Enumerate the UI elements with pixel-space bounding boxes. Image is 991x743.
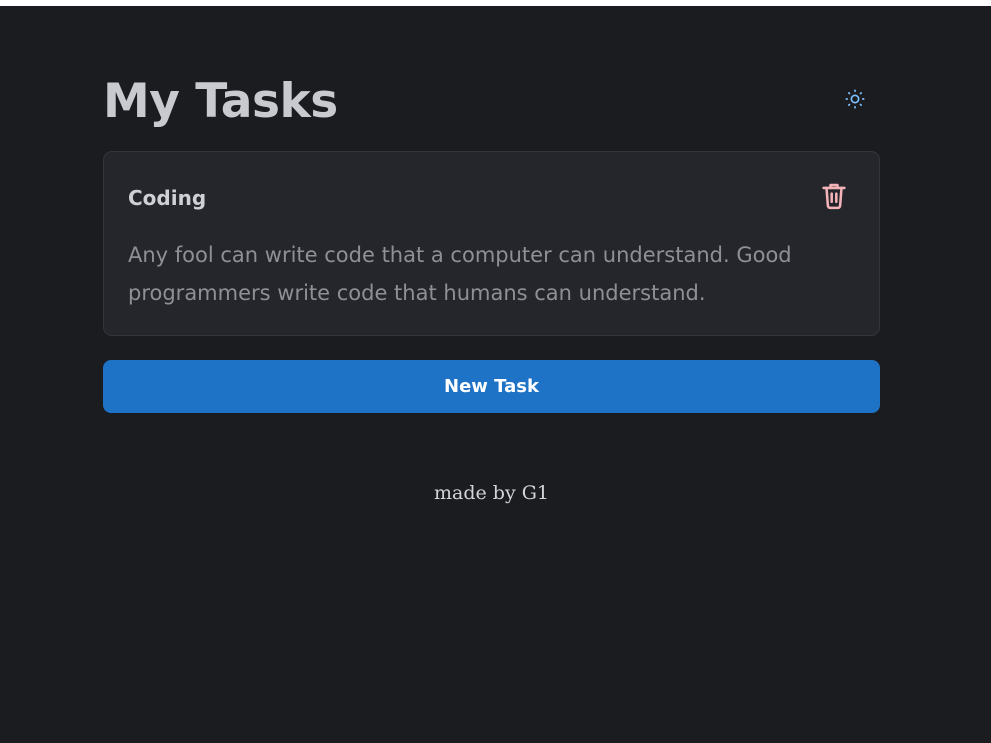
task-title: Coding	[128, 186, 207, 210]
delete-task-button[interactable]	[819, 181, 849, 213]
sun-icon	[844, 88, 866, 113]
app-container: My Tasks Coding Any fool can write code …	[103, 6, 880, 504]
footer-credit: made by G1	[434, 482, 549, 504]
task-card: Coding Any fool can write code that a co…	[103, 151, 880, 336]
task-description: Any fool can write code that a computer …	[128, 243, 792, 305]
new-task-button[interactable]: New Task	[103, 360, 880, 413]
theme-toggle-button[interactable]	[842, 87, 868, 113]
trash-icon	[820, 181, 848, 214]
header: My Tasks	[103, 6, 880, 150]
page-title: My Tasks	[103, 74, 338, 129]
